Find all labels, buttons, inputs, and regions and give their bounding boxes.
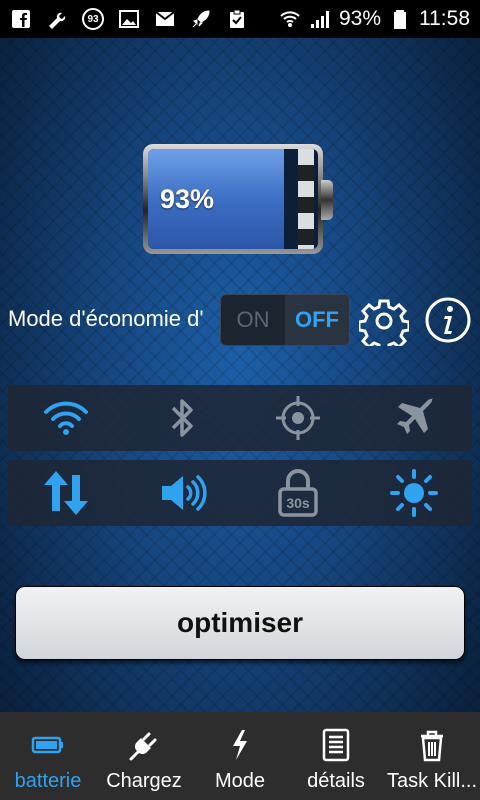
rocket-icon xyxy=(190,8,212,30)
nav-item-task-killer[interactable]: Task Kill... xyxy=(384,712,480,800)
facebook-icon xyxy=(10,8,32,30)
list-icon xyxy=(322,728,350,762)
wrench-icon xyxy=(46,8,68,30)
battery-icon xyxy=(31,736,63,754)
signal-icon xyxy=(309,8,331,30)
notification-badge: 93 xyxy=(82,8,104,30)
wifi-icon xyxy=(44,401,88,435)
data-sync-toggle[interactable] xyxy=(8,460,124,526)
wifi-toggle[interactable] xyxy=(8,385,124,451)
nav-label-details: détails xyxy=(307,770,365,792)
bluetooth-toggle[interactable] xyxy=(124,385,240,451)
nav-label-mode: Mode xyxy=(214,770,266,792)
lightning-icon xyxy=(233,730,247,760)
toggle-off-option[interactable]: OFF xyxy=(285,295,349,345)
status-battery-percent: 93% xyxy=(338,7,381,30)
nav-item-mode[interactable]: Mode xyxy=(192,712,288,800)
power-saving-mode-label: Mode d'économie d' xyxy=(8,306,204,331)
bottom-navigation: batterie Chargez Mode détails Task Kill.… xyxy=(0,712,480,800)
gear-icon[interactable] xyxy=(357,296,411,353)
quick-toggles-row-2: 30s xyxy=(8,460,472,526)
nav-label-task-killer: Task Kill... xyxy=(386,770,478,792)
data-sync-icon xyxy=(44,471,88,515)
battery-level-text: 93% xyxy=(160,184,215,214)
info-icon[interactable] xyxy=(424,296,472,344)
nav-label-charge: Chargez xyxy=(106,770,182,792)
clipboard-icon xyxy=(226,8,248,30)
battery-icon xyxy=(389,8,411,30)
plug-icon xyxy=(129,732,157,761)
toggle-on-option[interactable]: ON xyxy=(221,295,285,345)
quick-toggles-row-1 xyxy=(8,385,472,451)
bluetooth-icon xyxy=(171,399,193,437)
timeout-text: 30s xyxy=(286,495,310,511)
nav-item-battery[interactable]: batterie xyxy=(0,712,96,800)
screen-timeout-icon: 30s xyxy=(278,469,318,517)
volume-toggle[interactable] xyxy=(124,460,240,526)
battery-graphic: 93% xyxy=(143,144,333,254)
battery-tip xyxy=(321,180,333,220)
brightness-icon xyxy=(390,469,438,517)
status-bar: 93 93% 11:58 xyxy=(0,0,480,38)
status-time: 11:58 xyxy=(419,7,470,30)
battery-empty-segment xyxy=(298,149,314,249)
gps-icon xyxy=(276,396,320,440)
screen-timeout-toggle[interactable]: 30s xyxy=(240,460,356,526)
volume-icon xyxy=(162,475,207,511)
image-icon xyxy=(118,8,140,30)
nav-item-charge[interactable]: Chargez xyxy=(96,712,192,800)
airplane-toggle[interactable] xyxy=(356,385,472,451)
nav-label-battery: batterie xyxy=(14,770,82,792)
trash-icon xyxy=(421,730,443,762)
brightness-toggle[interactable] xyxy=(356,460,472,526)
mail-icon xyxy=(154,8,176,30)
airplane-icon xyxy=(397,397,434,434)
gps-toggle[interactable] xyxy=(240,385,356,451)
nav-item-details[interactable]: détails xyxy=(288,712,384,800)
wifi-icon xyxy=(279,8,301,30)
power-saving-toggle[interactable]: ON OFF xyxy=(220,294,350,346)
optimize-button[interactable]: optimiser xyxy=(15,586,465,660)
